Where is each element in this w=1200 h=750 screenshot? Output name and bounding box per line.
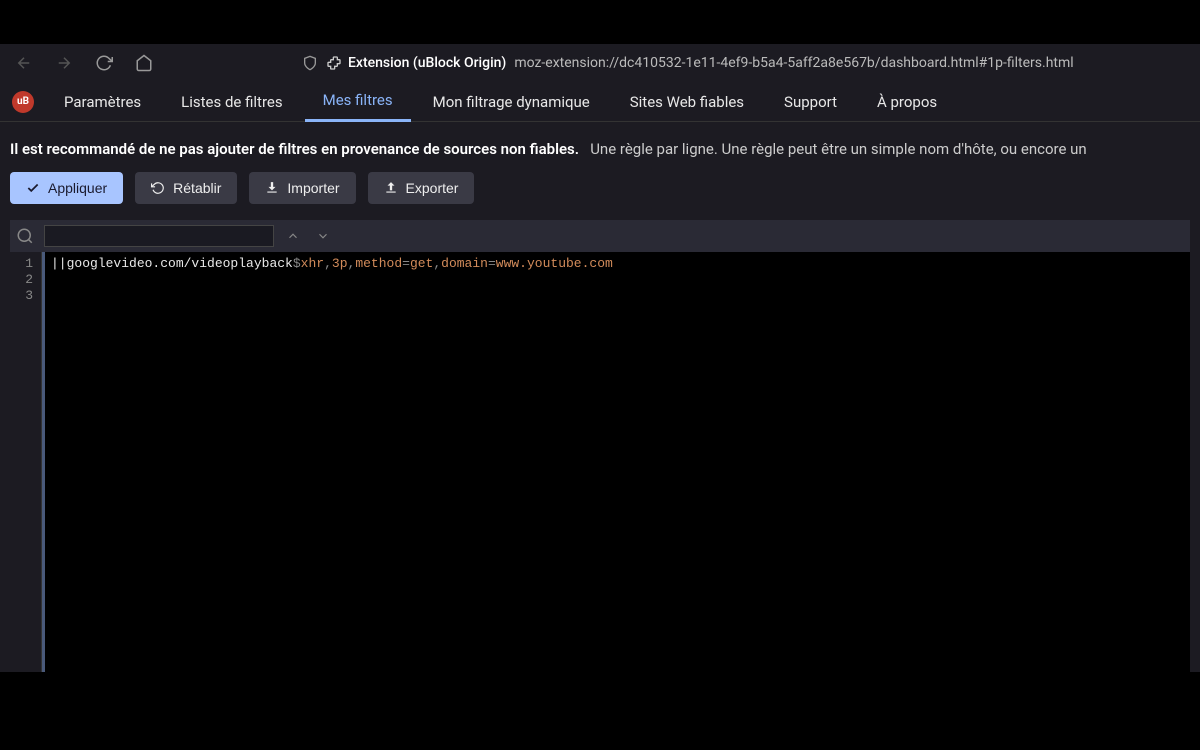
search-next-button[interactable] xyxy=(312,229,334,243)
search-prev-button[interactable] xyxy=(282,229,304,243)
notice-text: Il est recommandé de ne pas ajouter de f… xyxy=(10,134,1190,172)
upload-icon xyxy=(384,181,398,195)
apply-button[interactable]: Appliquer xyxy=(10,172,123,204)
tab-filtrage-dynamique[interactable]: Mon filtrage dynamique xyxy=(415,82,608,122)
import-button[interactable]: Importer xyxy=(249,172,355,204)
notice-bold: Il est recommandé de ne pas ajouter de f… xyxy=(10,140,579,158)
notice-rest: Une règle par ligne. Une règle peut être… xyxy=(590,140,1087,158)
revert-button[interactable]: Rétablir xyxy=(135,172,237,204)
extension-label: Extension (uBlock Origin) xyxy=(348,55,506,71)
forward-button[interactable] xyxy=(52,51,76,75)
check-icon xyxy=(26,181,40,195)
search-row xyxy=(10,220,1190,252)
undo-icon xyxy=(151,181,165,195)
tab-sites-fiables[interactable]: Sites Web fiables xyxy=(612,82,762,122)
tab-a-propos[interactable]: À propos xyxy=(859,82,955,122)
line-number: 2 xyxy=(16,272,33,288)
code-area[interactable]: ||googlevideo.com/videoplayback$xhr,3p,m… xyxy=(42,252,1190,672)
address-bar[interactable]: Extension (uBlock Origin) moz-extension:… xyxy=(292,48,1188,78)
apply-label: Appliquer xyxy=(48,180,107,196)
home-button[interactable] xyxy=(132,51,156,75)
tab-listes-filtres[interactable]: Listes de filtres xyxy=(163,82,300,122)
filter-editor[interactable]: 1 2 3 ||googlevideo.com/videoplayback$xh… xyxy=(10,252,1190,672)
reload-button[interactable] xyxy=(92,51,116,75)
tab-mes-filtres[interactable]: Mes filtres xyxy=(305,82,411,122)
browser-toolbar: Extension (uBlock Origin) moz-extension:… xyxy=(0,44,1200,82)
line-number: 1 xyxy=(16,256,33,272)
extension-badge: Extension (uBlock Origin) xyxy=(326,55,506,71)
revert-label: Rétablir xyxy=(173,180,221,196)
import-label: Importer xyxy=(287,180,339,196)
line-gutter: 1 2 3 xyxy=(10,252,42,672)
download-icon xyxy=(265,181,279,195)
search-input[interactable] xyxy=(44,225,274,247)
ublock-icon: uB xyxy=(12,91,34,113)
back-button[interactable] xyxy=(12,51,36,75)
export-label: Exporter xyxy=(406,180,459,196)
tab-support[interactable]: Support xyxy=(766,82,855,122)
export-button[interactable]: Exporter xyxy=(368,172,475,204)
line-number: 3 xyxy=(16,288,33,304)
tab-parametres[interactable]: Paramètres xyxy=(46,82,159,122)
action-buttons: Appliquer Rétablir Importer Exporter xyxy=(10,172,1190,204)
dashboard-tabs: uB Paramètres Listes de filtres Mes filt… xyxy=(0,82,1200,122)
content-area: Il est recommandé de ne pas ajouter de f… xyxy=(0,122,1200,672)
search-icon xyxy=(16,227,36,245)
url-text: moz-extension://dc410532-1e11-4ef9-b5a4-… xyxy=(514,55,1073,71)
filter-rule-line: ||googlevideo.com/videoplayback$xhr,3p,m… xyxy=(51,256,1184,272)
shield-icon xyxy=(302,55,318,71)
